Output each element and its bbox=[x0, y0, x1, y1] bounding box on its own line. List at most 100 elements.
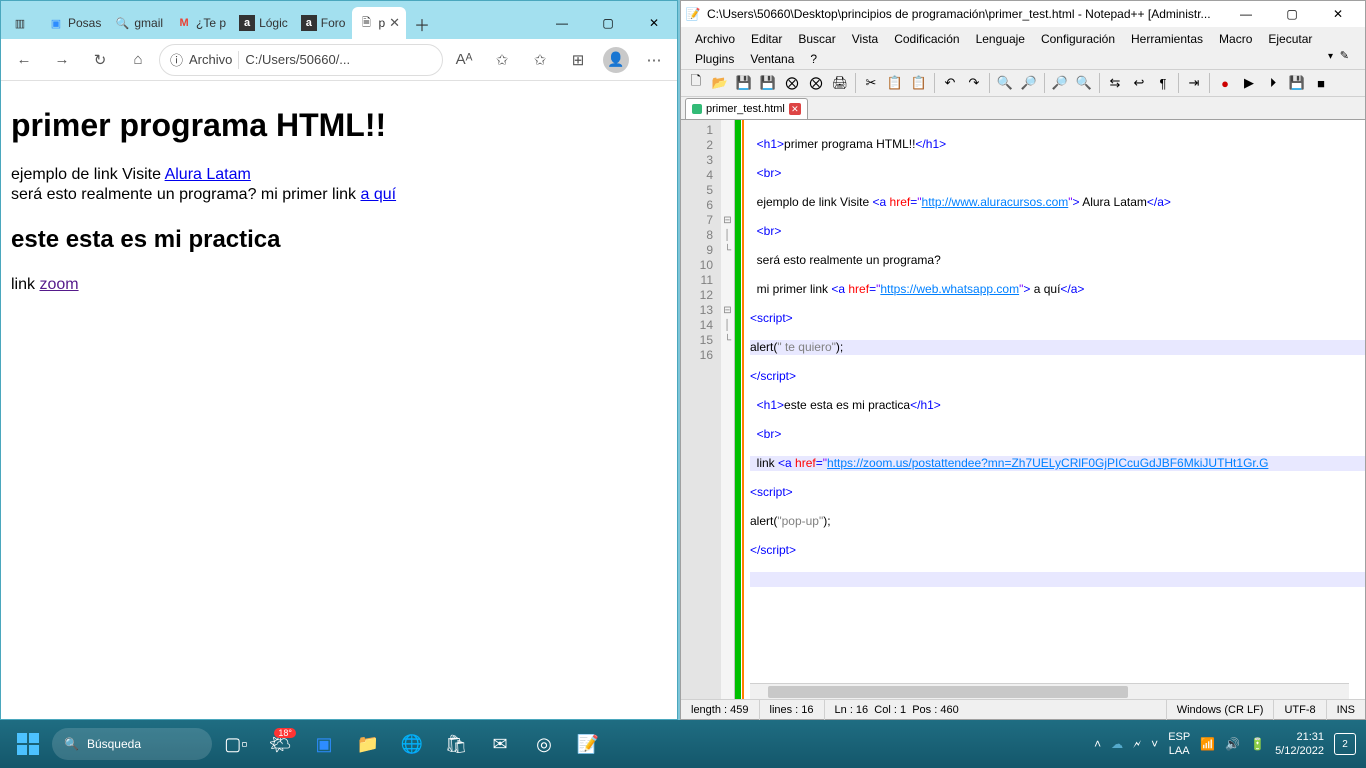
more-button[interactable]: ⋯ bbox=[637, 43, 671, 77]
maximize-button[interactable]: ▢ bbox=[585, 7, 631, 39]
fold-column[interactable]: ⊟│└⊟│└ bbox=[721, 120, 735, 699]
zoom-out-icon[interactable]: 🔍 bbox=[1073, 72, 1095, 94]
print-icon[interactable]: 🖨 bbox=[829, 72, 851, 94]
collections-button[interactable]: ✩ bbox=[523, 43, 557, 77]
close-all-icon[interactable]: ⨂ bbox=[805, 72, 827, 94]
paste-icon[interactable]: 📋 bbox=[908, 72, 930, 94]
start-button[interactable] bbox=[8, 724, 48, 764]
copy-icon[interactable]: 📋 bbox=[884, 72, 906, 94]
scrollbar-thumb[interactable] bbox=[768, 686, 1128, 698]
address-bar[interactable]: ⓘ Archivo C:/Users/50660/... bbox=[159, 44, 443, 76]
power-icon[interactable]: 🔋 bbox=[1250, 737, 1265, 751]
tab-primer[interactable]: 🗎p✕ bbox=[352, 7, 406, 39]
menu-plugins[interactable]: Plugins bbox=[687, 49, 742, 69]
redo-icon[interactable]: ↷ bbox=[963, 72, 985, 94]
cut-icon[interactable]: ✂ bbox=[860, 72, 882, 94]
edit-icon[interactable]: ✎ bbox=[1332, 46, 1357, 65]
saved-icon bbox=[692, 104, 702, 114]
notifications-button[interactable]: 2 bbox=[1334, 733, 1356, 755]
menu-ventana[interactable]: Ventana bbox=[742, 49, 802, 69]
language-button[interactable]: ESPLAA bbox=[1168, 730, 1190, 758]
back-button[interactable]: ← bbox=[7, 43, 41, 77]
tab-gmail[interactable]: 🔍gmail bbox=[108, 7, 169, 39]
menu-herramientas[interactable]: Herramientas bbox=[1123, 29, 1211, 49]
menu-buscar[interactable]: Buscar bbox=[790, 29, 843, 49]
minimize-button[interactable]: ― bbox=[539, 7, 585, 39]
clock[interactable]: 21:315/12/2022 bbox=[1275, 730, 1324, 758]
menu-vista[interactable]: Vista bbox=[844, 29, 886, 49]
favorite-button[interactable]: ✩ bbox=[485, 43, 519, 77]
sync-icon[interactable]: ⇆ bbox=[1104, 72, 1126, 94]
close-button[interactable]: ✕ bbox=[1315, 1, 1361, 27]
chevron-down-icon[interactable]: ˅ bbox=[1151, 737, 1158, 751]
record-icon[interactable]: ● bbox=[1214, 72, 1236, 94]
close-button[interactable]: ✕ bbox=[631, 7, 677, 39]
wifi-icon[interactable]: 📶 bbox=[1200, 737, 1215, 751]
store-button[interactable]: 🛍 bbox=[436, 724, 476, 764]
notepadpp-window: 📝 C:\Users\50660\Desktop\principios de p… bbox=[680, 0, 1366, 720]
zoom-app-button[interactable]: ▣ bbox=[304, 724, 344, 764]
notepadpp-button[interactable]: 📝 bbox=[568, 724, 608, 764]
home-button[interactable]: ⌂ bbox=[121, 43, 155, 77]
menu-archivo[interactable]: Archivo bbox=[687, 29, 743, 49]
close-tab-icon[interactable]: ✕ bbox=[789, 103, 801, 115]
close-file-icon[interactable]: ⨂ bbox=[781, 72, 803, 94]
code-area[interactable]: <h1>primer programa HTML!!</h1> <br> eje… bbox=[750, 120, 1365, 699]
undo-icon[interactable]: ↶ bbox=[939, 72, 961, 94]
task-view-button[interactable]: ▢▫ bbox=[216, 724, 256, 764]
menu-macro[interactable]: Macro bbox=[1211, 29, 1260, 49]
reload-button[interactable]: ↻ bbox=[83, 43, 117, 77]
find-icon[interactable]: 🔍 bbox=[994, 72, 1016, 94]
menu-help[interactable]: ? bbox=[802, 49, 825, 69]
save-macro-icon[interactable]: 💾 bbox=[1286, 72, 1308, 94]
maximize-button[interactable]: ▢ bbox=[1269, 1, 1315, 27]
edge-button[interactable]: 🌐 bbox=[392, 724, 432, 764]
save-icon[interactable]: 💾 bbox=[733, 72, 755, 94]
menu-configuracion[interactable]: Configuración bbox=[1033, 29, 1123, 49]
mail-button[interactable]: ✉ bbox=[480, 724, 520, 764]
dell-button[interactable]: ◎ bbox=[524, 724, 564, 764]
line-numbers: 12345678910111213141516 bbox=[681, 120, 721, 699]
show-all-icon[interactable]: ¶ bbox=[1152, 72, 1174, 94]
link-zoom[interactable]: zoom bbox=[39, 276, 78, 293]
tab-tepe[interactable]: M¿Te p bbox=[170, 7, 232, 39]
onedrive-icon[interactable]: ☁ bbox=[1111, 737, 1123, 751]
chevron-up-icon[interactable]: ˄ bbox=[1094, 737, 1101, 751]
stop-icon[interactable]: ■ bbox=[1310, 72, 1332, 94]
wrap-icon[interactable]: ↩ bbox=[1128, 72, 1150, 94]
horizontal-scrollbar[interactable] bbox=[750, 683, 1349, 699]
forward-button[interactable]: → bbox=[45, 43, 79, 77]
new-tab-button[interactable]: ＋ bbox=[407, 9, 437, 39]
profile-button[interactable]: 👤 bbox=[599, 43, 633, 77]
alura-icon: a bbox=[239, 15, 255, 31]
zoom-in-icon[interactable]: 🔎 bbox=[1049, 72, 1071, 94]
explorer-button[interactable]: 📁 bbox=[348, 724, 388, 764]
menu-ejecutar[interactable]: Ejecutar bbox=[1260, 29, 1320, 49]
weather-button[interactable]: 🌤18° bbox=[260, 724, 300, 764]
menu-codificacion[interactable]: Codificación bbox=[886, 29, 967, 49]
new-file-icon[interactable]: 🗋 bbox=[685, 72, 707, 94]
read-aloud-button[interactable]: Aᴬ bbox=[447, 43, 481, 77]
tab-posas[interactable]: ▣Posas bbox=[42, 7, 107, 39]
play-icon[interactable]: ▶ bbox=[1238, 72, 1260, 94]
open-file-icon[interactable]: 📂 bbox=[709, 72, 731, 94]
taskbar: 🔍Búsqueda ▢▫ 🌤18° ▣ 📁 🌐 🛍 ✉ ◎ 📝 ˄ ☁ 🗲 ˅ … bbox=[0, 720, 1366, 768]
volume-icon[interactable]: 🔊 bbox=[1225, 737, 1240, 751]
extensions-button[interactable]: ⊞ bbox=[561, 43, 595, 77]
tab-logica[interactable]: aLógic bbox=[233, 7, 294, 39]
link-alura[interactable]: Alura Latam bbox=[165, 166, 251, 183]
replace-icon[interactable]: 🔎 bbox=[1018, 72, 1040, 94]
save-all-icon[interactable]: 💾 bbox=[757, 72, 779, 94]
search-box[interactable]: 🔍Búsqueda bbox=[52, 728, 212, 760]
menu-editar[interactable]: Editar bbox=[743, 29, 790, 49]
tab-foro[interactable]: aForo bbox=[295, 7, 352, 39]
tab-spaces[interactable]: ▥ bbox=[3, 7, 41, 39]
close-tab-icon[interactable]: ✕ bbox=[389, 15, 400, 31]
minimize-button[interactable]: ― bbox=[1223, 1, 1269, 27]
indent-icon[interactable]: ⇥ bbox=[1183, 72, 1205, 94]
link-aqui[interactable]: a quí bbox=[360, 186, 396, 203]
menu-lenguaje[interactable]: Lenguaje bbox=[968, 29, 1033, 49]
battery-icon[interactable]: 🗲 bbox=[1133, 737, 1141, 752]
playrep-icon[interactable]: ⏵ bbox=[1262, 72, 1284, 94]
file-tab[interactable]: primer_test.html ✕ bbox=[685, 98, 808, 119]
